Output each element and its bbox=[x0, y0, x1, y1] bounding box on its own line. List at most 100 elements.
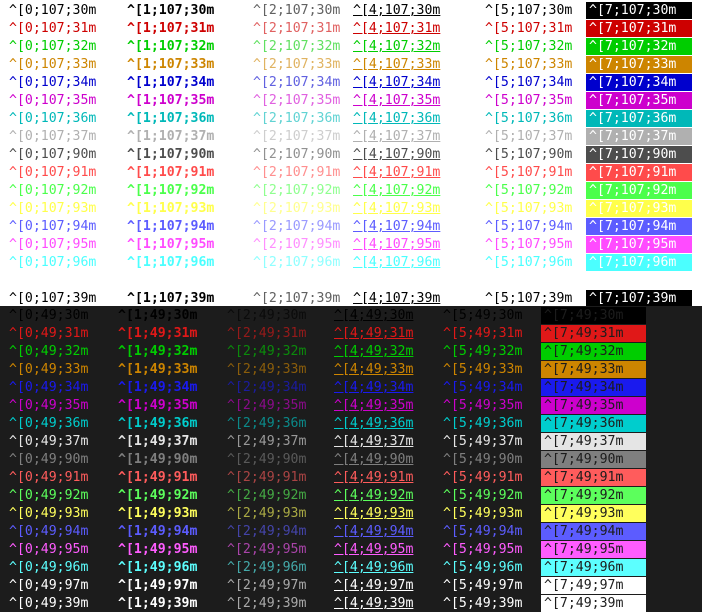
sgr-sample-107-36-underline: ^[4;107;36m bbox=[353, 111, 441, 126]
sgr-sample-107-31-blink: ^[5;107;31m bbox=[485, 21, 573, 36]
sgr-sample-107-97-reverse: ^[7;107;97m bbox=[586, 272, 692, 289]
sgr-sample-49-31-underline: ^[4;49;31m bbox=[334, 326, 414, 341]
sgr-sample-107-94-blink: ^[5;107;94m bbox=[485, 219, 573, 234]
sgr-sample-107-94-normal: ^[0;107;94m bbox=[9, 219, 97, 234]
sgr-sample-107-90-blink: ^[5;107;90m bbox=[485, 147, 573, 162]
sgr-sample-107-34-dim: ^[2;107;34m bbox=[253, 75, 341, 90]
sgr-sample-107-35-underline: ^[4;107;35m bbox=[353, 93, 441, 108]
sgr-sample-107-90-normal: ^[0;107;90m bbox=[9, 147, 97, 162]
sgr-sample-107-36-normal: ^[0;107;36m bbox=[9, 111, 97, 126]
sgr-sample-49-37-normal: ^[0;49;37m bbox=[9, 434, 89, 449]
sgr-sample-49-39-blink: ^[5;49;39m bbox=[443, 596, 523, 611]
sgr-sample-107-91-reverse: ^[7;107;91m bbox=[586, 164, 692, 181]
sgr-sample-107-34-reverse: ^[7;107;34m bbox=[586, 74, 692, 91]
sgr-sample-49-31-normal: ^[0;49;31m bbox=[9, 326, 89, 341]
sgr-sample-49-94-reverse: ^[7;49;94m bbox=[541, 523, 646, 540]
sgr-sample-49-34-normal: ^[0;49;34m bbox=[9, 380, 89, 395]
sgr-sample-107-95-reverse: ^[7;107;95m bbox=[586, 236, 692, 253]
sgr-sample-107-97-underline: ^[4;107;97m bbox=[353, 273, 441, 288]
sgr-sample-49-93-blink: ^[5;49;93m bbox=[443, 506, 523, 521]
sgr-sample-107-39-blink: ^[5;107;39m bbox=[485, 291, 573, 306]
sgr-sample-107-30-bold: ^[1;107;30m bbox=[127, 3, 215, 18]
sgr-sample-49-35-underline: ^[4;49;35m bbox=[334, 398, 414, 413]
sgr-sample-107-90-dim: ^[2;107;90m bbox=[253, 147, 341, 162]
sgr-sample-107-30-reverse: ^[7;107;30m bbox=[586, 2, 692, 19]
sgr-sample-107-31-dim: ^[2;107;31m bbox=[253, 21, 341, 36]
sgr-sample-49-33-reverse: ^[7;49;33m bbox=[541, 361, 646, 378]
sgr-sample-49-95-underline: ^[4;49;95m bbox=[334, 542, 414, 557]
sgr-sample-107-95-bold: ^[1;107;95m bbox=[127, 237, 215, 252]
sgr-sample-107-35-blink: ^[5;107;35m bbox=[485, 93, 573, 108]
sgr-sample-49-94-underline: ^[4;49;94m bbox=[334, 524, 414, 539]
sgr-sample-107-96-underline: ^[4;107;96m bbox=[353, 255, 441, 270]
sgr-sample-107-91-dim: ^[2;107;91m bbox=[253, 165, 341, 180]
sgr-sample-107-35-bold: ^[1;107;35m bbox=[127, 93, 215, 108]
sgr-sample-107-97-bold: ^[1;107;97m bbox=[127, 273, 215, 288]
sgr-sample-107-35-reverse: ^[7;107;35m bbox=[586, 92, 692, 109]
sgr-sample-49-30-dim: ^[2;49;30m bbox=[227, 308, 307, 323]
sgr-sample-49-37-dim: ^[2;49;37m bbox=[227, 434, 307, 449]
sgr-sample-107-37-blink: ^[5;107;37m bbox=[485, 129, 573, 144]
sgr-sample-107-30-blink: ^[5;107;30m bbox=[485, 3, 573, 18]
sgr-sample-49-97-underline: ^[4;49;97m bbox=[334, 578, 414, 593]
sgr-sample-49-34-bold: ^[1;49;34m bbox=[118, 380, 198, 395]
sgr-sample-49-31-blink: ^[5;49;31m bbox=[443, 326, 523, 341]
sgr-sample-107-93-bold: ^[1;107;93m bbox=[127, 201, 215, 216]
sgr-sample-49-96-blink: ^[5;49;96m bbox=[443, 560, 523, 575]
sgr-sample-49-92-normal: ^[0;49;92m bbox=[9, 488, 89, 503]
sgr-sample-107-39-reverse: ^[7;107;39m bbox=[586, 290, 692, 307]
sgr-sample-49-90-underline: ^[4;49;90m bbox=[334, 452, 414, 467]
sgr-sample-107-92-blink: ^[5;107;92m bbox=[485, 183, 573, 198]
sgr-sample-107-31-bold: ^[1;107;31m bbox=[127, 21, 215, 36]
sgr-sample-107-36-reverse: ^[7;107;36m bbox=[586, 110, 692, 127]
sgr-sample-107-96-normal: ^[0;107;96m bbox=[9, 255, 97, 270]
sgr-sample-49-97-bold: ^[1;49;97m bbox=[118, 578, 198, 593]
sgr-sample-49-35-reverse: ^[7;49;35m bbox=[541, 397, 646, 414]
sgr-sample-107-33-underline: ^[4;107;33m bbox=[353, 57, 441, 72]
sgr-sample-49-30-bold: ^[1;49;30m bbox=[118, 308, 198, 323]
sgr-sample-107-93-reverse: ^[7;107;93m bbox=[586, 200, 692, 217]
sgr-sample-107-34-underline: ^[4;107;34m bbox=[353, 75, 441, 90]
sgr-sample-49-39-reverse: ^[7;49;39m bbox=[541, 595, 646, 612]
sgr-sample-49-39-dim: ^[2;49;39m bbox=[227, 596, 307, 611]
sgr-sample-107-31-reverse: ^[7;107;31m bbox=[586, 20, 692, 37]
sgr-sample-49-93-reverse: ^[7;49;93m bbox=[541, 505, 646, 522]
sgr-sample-107-31-underline: ^[4;107;31m bbox=[353, 21, 441, 36]
sgr-sample-49-94-dim: ^[2;49;94m bbox=[227, 524, 307, 539]
sgr-sample-49-94-normal: ^[0;49;94m bbox=[9, 524, 89, 539]
terminal-panel-bg49: ^[0;49;30m ^[1;49;30m ^[2;49;30m ^[4;49;30m… bbox=[0, 306, 702, 612]
sgr-sample-107-30-underline: ^[4;107;30m bbox=[353, 3, 441, 18]
sgr-sample-49-32-dim: ^[2;49;32m bbox=[227, 344, 307, 359]
sgr-sample-49-39-normal: ^[0;49;39m bbox=[9, 596, 89, 611]
sgr-sample-107-36-blink: ^[5;107;36m bbox=[485, 111, 573, 126]
sgr-sample-49-92-blink: ^[5;49;92m bbox=[443, 488, 523, 503]
sgr-sample-49-91-blink: ^[5;49;91m bbox=[443, 470, 523, 485]
sgr-sample-49-97-reverse: ^[7;49;97m bbox=[541, 577, 646, 594]
sgr-sample-107-37-bold: ^[1;107;37m bbox=[127, 129, 215, 144]
sgr-sample-107-96-blink: ^[5;107;96m bbox=[485, 255, 573, 270]
sgr-sample-107-95-underline: ^[4;107;95m bbox=[353, 237, 441, 252]
sgr-sample-107-34-normal: ^[0;107;34m bbox=[9, 75, 97, 90]
sgr-sample-49-97-blink: ^[5;49;97m bbox=[443, 578, 523, 593]
sgr-sample-107-39-underline: ^[4;107;39m bbox=[353, 291, 441, 306]
sgr-sample-49-90-blink: ^[5;49;90m bbox=[443, 452, 523, 467]
sgr-sample-107-96-dim: ^[2;107;96m bbox=[253, 255, 341, 270]
sgr-sample-49-37-blink: ^[5;49;37m bbox=[443, 434, 523, 449]
sgr-sample-49-95-normal: ^[0;49;95m bbox=[9, 542, 89, 557]
sgr-sample-49-90-bold: ^[1;49;90m bbox=[118, 452, 198, 467]
sgr-sample-49-36-bold: ^[1;49;36m bbox=[118, 416, 198, 431]
sgr-sample-107-37-dim: ^[2;107;37m bbox=[253, 129, 341, 144]
sgr-sample-49-93-bold: ^[1;49;93m bbox=[118, 506, 198, 521]
sgr-sample-49-33-dim: ^[2;49;33m bbox=[227, 362, 307, 377]
sgr-sample-49-97-dim: ^[2;49;97m bbox=[227, 578, 307, 593]
sgr-sample-49-32-normal: ^[0;49;32m bbox=[9, 344, 89, 359]
sgr-sample-49-32-underline: ^[4;49;32m bbox=[334, 344, 414, 359]
sgr-sample-107-93-dim: ^[2;107;93m bbox=[253, 201, 341, 216]
sgr-sample-49-34-underline: ^[4;49;34m bbox=[334, 380, 414, 395]
sgr-sample-49-91-dim: ^[2;49;91m bbox=[227, 470, 307, 485]
sgr-sample-49-96-bold: ^[1;49;96m bbox=[118, 560, 198, 575]
sgr-sample-107-31-normal: ^[0;107;31m bbox=[9, 21, 97, 36]
sgr-sample-49-90-normal: ^[0;49;90m bbox=[9, 452, 89, 467]
sgr-sample-49-35-normal: ^[0;49;35m bbox=[9, 398, 89, 413]
sgr-sample-107-32-normal: ^[0;107;32m bbox=[9, 39, 97, 54]
